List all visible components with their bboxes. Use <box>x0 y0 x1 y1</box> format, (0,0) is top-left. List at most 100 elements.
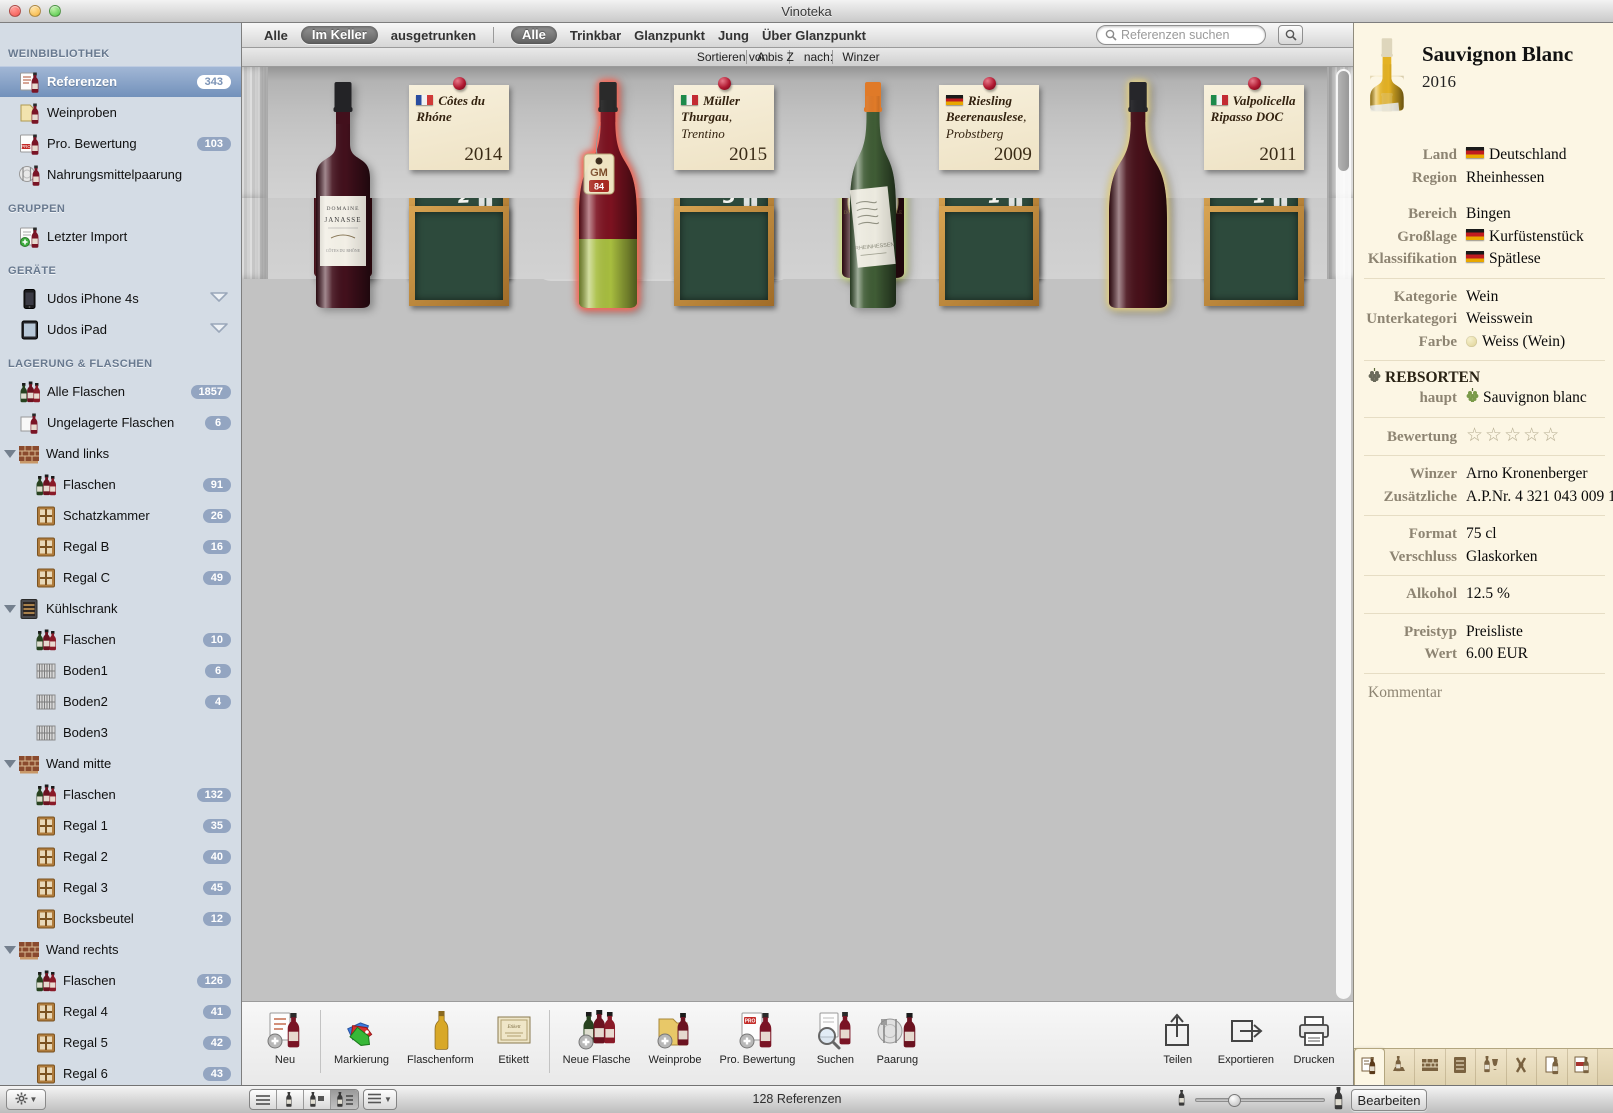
toolbar-markierung[interactable]: Markierung <box>325 1008 398 1066</box>
toolbar-flaschenform[interactable]: Flaschenform <box>398 1008 483 1066</box>
tb-newbottle-icon <box>575 1008 619 1054</box>
edit-button[interactable]: Bearbeiten <box>1351 1089 1427 1111</box>
toolbar-weinprobe[interactable]: Weinprobe <box>640 1008 711 1066</box>
detail-tab-strip <box>1354 1048 1613 1085</box>
detail-tab-glass[interactable] <box>1476 1049 1507 1085</box>
sidebar-item-boden2[interactable]: Boden24 <box>0 686 241 717</box>
sidebar-item-nahrungsmittelpaarung[interactable]: Nahrungsmittelpaarung <box>0 159 241 190</box>
sidebar-item-k-hlschrank[interactable]: Kühlschrank <box>0 593 241 624</box>
filter--ber-glanzpunkt[interactable]: Über Glanzpunkt <box>762 28 866 43</box>
wine-note: Côtes du Rhóne2014 <box>409 85 509 170</box>
wine-bottle[interactable]: DOMAINEJANASSECÔTES DU RHÔNE <box>291 80 395 309</box>
sidebar-item-ungelagerte-flaschen[interactable]: Ungelagerte Flaschen6 <box>0 407 241 438</box>
detail-tab-stand[interactable] <box>1385 1049 1416 1085</box>
eject-icon[interactable] <box>209 290 229 307</box>
sidebar-item-weinproben[interactable]: Weinproben <box>0 97 241 128</box>
filter-jung[interactable]: Jung <box>718 28 749 43</box>
wine-cell-c-tes-du-rh-ne[interactable]: DOMAINEJANASSECÔTES DU RHÔNE Côtes du Rh… <box>268 67 533 309</box>
filter-alle[interactable]: Alle <box>511 26 557 44</box>
detail-row-verschluss: VerschlussGlaskorken <box>1364 546 1605 569</box>
toolbar-suchen[interactable]: Suchen <box>804 1008 866 1066</box>
sidebar-item-flaschen[interactable]: Flaschen132 <box>0 779 241 810</box>
sidebar-item-boden1[interactable]: Boden16 <box>0 655 241 686</box>
detail-tab-wall[interactable] <box>1415 1049 1446 1085</box>
sidebar-item-alle-flaschen[interactable]: Alle Flaschen1857 <box>0 376 241 407</box>
sidebar-item-regal-1[interactable]: Regal 135 <box>0 810 241 841</box>
wine-cell-riesling-beerenauslese[interactable]: RHEINHESSEN Riesling Beerenauslese, Prob… <box>798 67 1063 309</box>
sidebar-item-regal-2[interactable]: Regal 240 <box>0 841 241 872</box>
search-button[interactable] <box>1278 25 1303 45</box>
sidebar-section-header: WEINBIBLIOTHEK <box>0 35 241 66</box>
detail-tab-pro[interactable] <box>1568 1049 1599 1085</box>
filter-trinkbar[interactable]: Trinkbar <box>570 28 621 43</box>
rating-stars[interactable]: ☆☆☆☆☆ <box>1466 424 1561 446</box>
toolbar-separator <box>320 1010 321 1073</box>
detail-tab-fridge[interactable] <box>1446 1049 1477 1085</box>
sidebar-item-bocksbeutel[interactable]: Bocksbeutel12 <box>0 903 241 934</box>
detail-tab-cork[interactable] <box>1507 1049 1538 1085</box>
action-gear-button[interactable]: ▼ <box>6 1089 46 1110</box>
filter-im-keller[interactable]: Im Keller <box>301 26 378 44</box>
sidebar-item-pro-bewertung[interactable]: PRO Pro. Bewertung103 <box>0 128 241 159</box>
detail-row-winzer: WinzerArno Kronenberger <box>1364 463 1605 486</box>
sidebar-item-regal-4[interactable]: Regal 441 <box>0 996 241 1027</box>
sidebar-item-regal-6[interactable]: Regal 643 <box>0 1058 241 1085</box>
filter-ausgetrunken[interactable]: ausgetrunken <box>391 28 476 43</box>
toolbar-neue-flasche[interactable]: Neue Flasche <box>554 1008 640 1066</box>
sidebar-item-regal-5[interactable]: Regal 542 <box>0 1027 241 1058</box>
search-input[interactable]: Referenzen suchen <box>1096 25 1266 45</box>
tasting-icon <box>18 101 42 125</box>
sidebar-item-flaschen[interactable]: Flaschen10 <box>0 624 241 655</box>
stock-chalkboard <box>939 206 1039 306</box>
sidebar-item-flaschen[interactable]: Flaschen126 <box>0 965 241 996</box>
sidebar-item-letzter-import[interactable]: Letzter Import <box>0 221 241 252</box>
toolbar-paarung[interactable]: Paarung <box>866 1008 928 1066</box>
sidebar-item-udos-ipad[interactable]: Udos iPad <box>0 314 241 345</box>
wine-cell-m-ller-thurgau[interactable]: GM84 Müller Thurgau, Trentino2015 <box>533 67 798 309</box>
toolbar-exportieren[interactable]: Exportieren <box>1209 1008 1283 1066</box>
scrollbar-thumb[interactable] <box>1338 71 1349 171</box>
tab-ref-icon <box>1359 1055 1379 1080</box>
sidebar-item-schatzkammer[interactable]: Schatzkammer26 <box>0 500 241 531</box>
sidebar-item-referenzen[interactable]: Referenzen343 <box>0 66 241 97</box>
disclosure-triangle[interactable] <box>4 946 16 954</box>
detail-tab-ref[interactable] <box>1354 1048 1385 1085</box>
sidebar-item-regal-c[interactable]: Regal C49 <box>0 562 241 593</box>
status-bar: ▼ ▼ 128 Referenzen Bearbeiten <box>0 1085 1613 1113</box>
sidebar-item-boden3[interactable]: Boden3 <box>0 717 241 748</box>
disclosure-triangle[interactable] <box>4 760 16 768</box>
wine-bottle[interactable]: RHEINHESSEN <box>821 80 925 309</box>
eject-icon[interactable] <box>209 321 229 338</box>
toolbar-neu[interactable]: Neu <box>254 1008 316 1066</box>
sidebar-item-regal-b[interactable]: Regal B16 <box>0 531 241 562</box>
scrollbar-track[interactable] <box>1336 69 1351 999</box>
count-badge: 1857 <box>191 385 231 399</box>
filter-glanzpunkt[interactable]: Glanzpunkt <box>634 28 705 43</box>
close-button[interactable] <box>9 5 21 17</box>
zoom-slider-thumb[interactable] <box>1228 1094 1241 1107</box>
stock-chalkboard <box>674 206 774 306</box>
toolbar-teilen[interactable]: Teilen <box>1147 1008 1209 1066</box>
disclosure-triangle[interactable] <box>4 450 16 458</box>
sidebar-item-wand-mitte[interactable]: Wand mitte <box>0 748 241 779</box>
wine-cell-valpolicella-ripasso-doc[interactable]: Valpolicella Ripasso DOC2011 <box>1062 67 1327 309</box>
sort-order[interactable]: A bis Z <box>763 50 790 64</box>
sidebar-item-regal-3[interactable]: Regal 345 <box>0 872 241 903</box>
disclosure-triangle[interactable] <box>4 605 16 613</box>
toolbar-pro-bewertung[interactable]: PROPro. Bewertung <box>711 1008 805 1066</box>
wine-bottle[interactable] <box>1086 80 1190 309</box>
count-badge: 343 <box>197 75 231 89</box>
toolbar-drucken[interactable]: Drucken <box>1283 1008 1345 1066</box>
sidebar-item-wand-links[interactable]: Wand links <box>0 438 241 469</box>
sidebar-item-udos-iphone-4s[interactable]: Udos iPhone 4s <box>0 283 241 314</box>
wine-bottle[interactable]: GM84 <box>556 80 660 309</box>
zoom-slider[interactable] <box>1195 1098 1325 1102</box>
zoom-button[interactable] <box>49 5 61 17</box>
sidebar-item-flaschen[interactable]: Flaschen91 <box>0 469 241 500</box>
minimize-button[interactable] <box>29 5 41 17</box>
toolbar-etikett[interactable]: EtikettEtikett <box>483 1008 545 1066</box>
sidebar-item-wand-rechts[interactable]: Wand rechts <box>0 934 241 965</box>
detail-tab-page[interactable] <box>1537 1049 1568 1085</box>
sort-field[interactable]: Winzer <box>849 50 876 64</box>
filter-alle[interactable]: Alle <box>264 28 288 43</box>
